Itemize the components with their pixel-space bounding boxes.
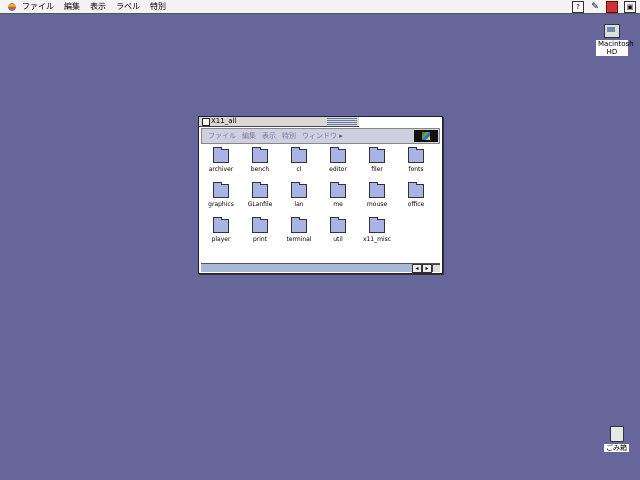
window-toolbar: ファイル 編集 表示 特別 ウィンドウ [201,128,440,144]
menu-edit[interactable]: 編集 [64,0,80,13]
menu-special[interactable]: 特別 [150,0,166,13]
folder-icon [369,182,385,198]
folder-item[interactable]: editor [320,147,356,174]
scroll-right-icon[interactable]: ▸ [422,264,432,273]
folder-label: terminal [286,236,312,243]
toolbar-edit[interactable]: 編集 [242,131,256,141]
title-stripes [327,118,357,125]
folder-label: util [333,236,343,243]
folder-icon [213,182,229,198]
folder-icon [369,147,385,163]
hard-disk[interactable]: Macintosh HD [596,24,634,56]
toolbar-view[interactable]: 表示 [262,131,276,141]
horizontal-scrollbar[interactable]: ◂ ▸ [201,263,440,273]
scroll-left-icon[interactable]: ◂ [412,264,422,273]
apple-menu-icon[interactable] [6,1,18,13]
window-titlebar[interactable]: X11_all [199,117,359,127]
folder-label: cl [296,166,302,173]
folder-icon [291,182,307,198]
toolbar-window[interactable]: ウィンドウ [302,131,343,141]
close-box-icon[interactable] [202,118,210,126]
folder-icon [408,182,424,198]
folder-icon [213,147,229,163]
folder-icon [369,217,385,233]
folder-label: me [333,201,343,208]
folder-item[interactable]: GLanfile [242,182,278,209]
window-title: X11_all [211,117,237,125]
folder-item[interactable]: print [242,217,278,244]
folder-item[interactable]: x11_misc [359,217,395,244]
folder-icon [408,147,424,163]
menu-bar: ファイル 編集 表示 ラベル 特別 ? ✎ ▣ [0,0,640,14]
folder-label: print [252,236,268,243]
folder-item[interactable]: archiver [203,147,239,174]
hard-disk-label: Macintosh HD [596,40,634,56]
folder-item[interactable]: cl [281,147,317,174]
folder-item[interactable]: graphics [203,182,239,209]
folder-label: mouse [366,201,388,208]
folder-label: lan [294,201,304,208]
folder-icon [330,182,346,198]
folder-icon [330,147,346,163]
finder-window[interactable]: X11_all ファイル 編集 表示 特別 ウィンドウ archiver ben… [198,116,443,274]
folder-item[interactable]: office [398,182,434,209]
folder-icon [252,147,268,163]
app-switcher-icon[interactable] [606,1,618,13]
menu-view[interactable]: 表示 [90,0,106,13]
folder-icon [213,217,229,233]
folder-item[interactable]: bench [242,147,278,174]
folder-icon [330,217,346,233]
folder-grid: archiver bench cl editor filer fonts gra… [201,145,440,262]
folder-item[interactable]: me [320,182,356,209]
folder-item[interactable]: mouse [359,182,395,209]
trash[interactable]: ごみ箱 [604,426,629,452]
folder-item[interactable]: util [320,217,356,244]
folder-icon [252,182,268,198]
folder-item[interactable]: terminal [281,217,317,244]
toolbar-file[interactable]: ファイル [208,131,236,141]
menu-extras: ? ✎ ▣ [572,1,636,13]
folder-label: office [407,201,425,208]
menu-file[interactable]: ファイル [22,0,54,13]
trash-label: ごみ箱 [604,444,629,452]
folder-label: GLanfile [247,201,273,208]
folder-label: filer [371,166,383,173]
folder-label: bench [250,166,270,173]
folder-icon [291,147,307,163]
folder-item[interactable]: player [203,217,239,244]
folder-item[interactable]: fonts [398,147,434,174]
hard-disk-icon[interactable] [604,24,620,38]
help-icon[interactable]: ? [572,1,584,13]
finder-icon[interactable]: ▣ [624,1,636,13]
folder-label: editor [329,166,347,173]
folder-item[interactable]: filer [359,147,395,174]
folder-icon [252,217,268,233]
pencil-icon[interactable]: ✎ [590,2,600,12]
folder-label: graphics [208,201,234,208]
folder-label: fonts [408,166,424,173]
folder-label: player [211,236,231,243]
resize-grow-icon[interactable] [432,264,440,272]
trash-icon[interactable] [609,426,624,442]
folder-label: archiver [208,166,234,173]
menu-label[interactable]: ラベル [116,0,140,13]
folder-item[interactable]: lan [281,182,317,209]
mac-logo-icon [414,130,438,142]
folder-label: x11_misc [362,236,392,243]
folder-icon [291,217,307,233]
toolbar-special[interactable]: 特別 [282,131,296,141]
